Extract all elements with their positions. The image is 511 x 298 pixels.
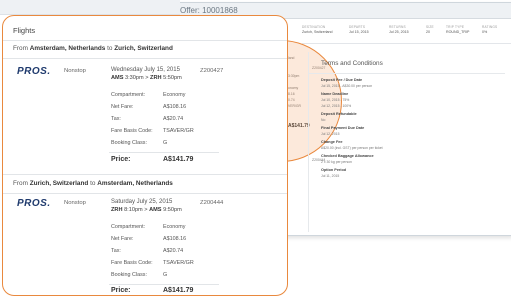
terms-label: Name Deadline xyxy=(321,92,349,96)
detail-value: A$108.16 xyxy=(163,104,187,110)
flight-route: AMS 3:30pm > ZRH 5:50pm xyxy=(111,75,182,81)
detail-value: A$20.74 xyxy=(163,116,184,122)
detail-label: Booking Class: xyxy=(111,272,147,278)
offer-summary-row: DESTINATION Zurich, Switzerland DEPARTS Ju… xyxy=(302,23,511,44)
summary-departs: DEPARTS Jul 15, 2015 xyxy=(349,25,369,34)
detail-value: A$108.16 xyxy=(163,236,187,242)
divider xyxy=(3,193,287,194)
terms-label: Deposit Refundable xyxy=(321,112,357,116)
terms-label: Deposit Fee / Due Date xyxy=(321,78,363,82)
summary-ratings: RATINGS 0% xyxy=(482,25,498,34)
terms-value: Jul 11, 2015 xyxy=(321,174,340,178)
stops-label: Nonstop xyxy=(64,68,86,74)
detail-value: A$20.74 xyxy=(163,248,184,254)
summary-size: SIZE 20 xyxy=(426,25,434,34)
flight-number: Z200427 xyxy=(200,68,224,74)
flight-date: Wednesday July 15, 2015 xyxy=(111,67,180,73)
detail-value: TSAVER/GR xyxy=(163,128,194,134)
flights-card: Flights From Amsterdam, Netherlands to Z… xyxy=(2,15,288,296)
price-label: Price: xyxy=(111,287,131,294)
outbound-heading: From Amsterdam, Netherlands to Zurich, S… xyxy=(13,45,173,52)
summary-returns: RETURNS Jul 25, 2015 xyxy=(389,25,409,34)
price-value: A$141.79 xyxy=(163,156,194,163)
price-divider xyxy=(109,284,219,285)
airline-logo: PROS. xyxy=(17,198,51,209)
flight-number: Z200444 xyxy=(200,200,224,206)
detail-label: Compartment: xyxy=(111,224,146,230)
background-toolbar xyxy=(0,0,180,15)
detail-label: Booking Class: xyxy=(111,140,147,146)
summary-trip-type: TRIP TYPE ROUND_TRIP xyxy=(446,25,470,34)
divider xyxy=(3,40,287,41)
terms-label: Change Fee xyxy=(321,140,343,144)
detail-label: Compartment: xyxy=(111,92,146,98)
detail-label: Fare Basis Code: xyxy=(111,260,153,266)
divider xyxy=(3,174,287,175)
price-label: Price: xyxy=(111,156,131,163)
divider xyxy=(3,58,287,59)
terms-label: Final Payment Due Date xyxy=(321,126,365,130)
stops-label: Nonstop xyxy=(64,200,86,206)
price-value: A$141.79 xyxy=(163,287,194,294)
terms-label: Checked Baggage Allowance xyxy=(321,154,374,158)
detail-value: Economy xyxy=(163,92,186,98)
flight-route: ZRH 8:10pm > AMS 9:50pm xyxy=(111,207,182,213)
detail-label: Net Fare: xyxy=(111,236,134,242)
detail-label: Tax: xyxy=(111,248,121,254)
price-divider xyxy=(109,152,219,153)
detail-value: TSAVER/GR xyxy=(163,260,194,266)
detail-value: G xyxy=(163,140,168,146)
detail-value: G xyxy=(163,272,168,278)
detail-label: Fare Basis Code: xyxy=(111,128,153,134)
terms-title: Terms and Conditions xyxy=(309,52,505,74)
detail-value: Economy xyxy=(163,224,186,230)
inbound-heading: From Zurich, Switzerland to Amsterdam, N… xyxy=(13,180,173,187)
detail-label: Net Fare: xyxy=(111,104,134,110)
terms-label: Option Period xyxy=(321,168,347,172)
terms-panel: Terms and Conditions Deposit Fee / Due D… xyxy=(308,52,511,232)
detail-label: Tax: xyxy=(111,116,121,122)
summary-destination: DESTINATION Zurich, Switzerland xyxy=(302,25,333,34)
airline-logo: PROS. xyxy=(17,66,51,77)
flights-title: Flights xyxy=(13,26,36,35)
flight-date: Saturday July 25, 2015 xyxy=(111,199,173,205)
